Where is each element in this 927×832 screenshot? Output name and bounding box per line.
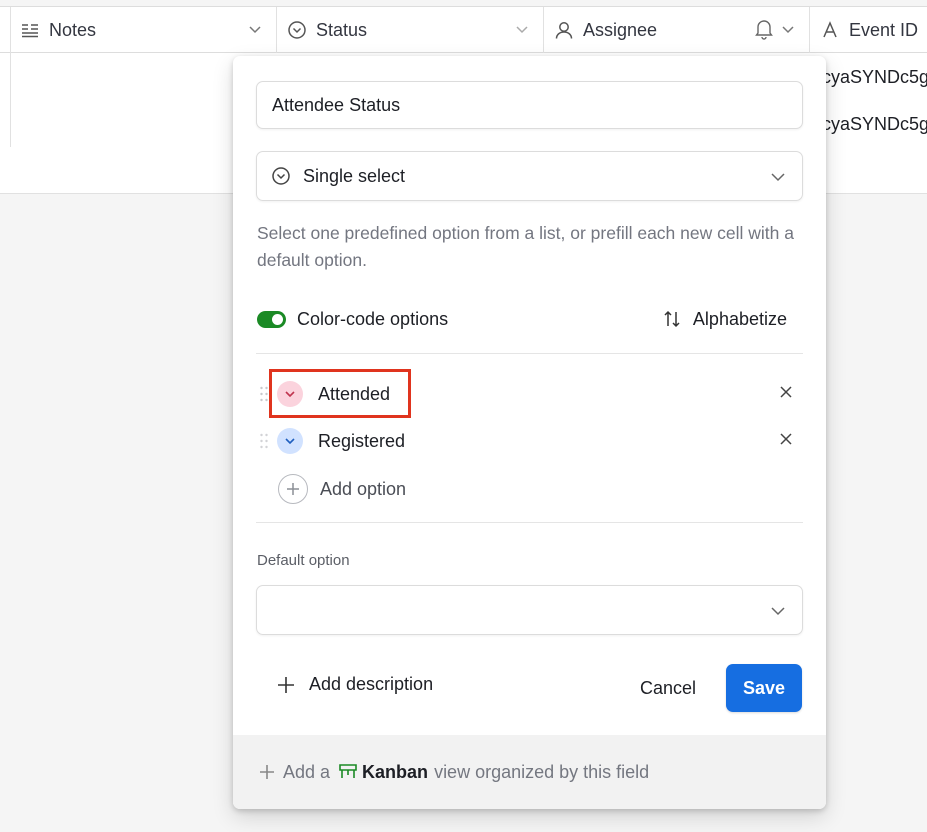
single-select-icon bbox=[271, 166, 291, 186]
footer-prefix: Add a bbox=[283, 761, 331, 782]
column-header-status[interactable]: Status bbox=[277, 7, 544, 53]
sort-arrows-icon bbox=[664, 310, 680, 328]
text-icon bbox=[822, 21, 838, 39]
add-option-button[interactable]: Add option bbox=[278, 474, 406, 504]
event-id-cell[interactable]: cyaSYNDc5g bbox=[822, 67, 927, 88]
field-type-help-text: Select one predefined option from a list… bbox=[257, 223, 794, 270]
alphabetize-label: Alphabetize bbox=[692, 308, 787, 329]
drag-handle-icon[interactable] bbox=[259, 385, 269, 403]
add-description-label: Add description bbox=[309, 674, 434, 694]
column-header-assignee[interactable]: Assignee bbox=[544, 7, 810, 53]
color-code-toggle[interactable] bbox=[257, 310, 286, 328]
long-text-icon bbox=[21, 22, 39, 38]
chevron-down-icon bbox=[285, 391, 295, 398]
footer-suffix: view organized by this field bbox=[434, 761, 650, 782]
chevron-down-icon[interactable] bbox=[781, 19, 795, 44]
chevron-down-icon bbox=[770, 602, 786, 625]
add-description-button[interactable]: Add description bbox=[277, 674, 433, 695]
option-color-chip[interactable] bbox=[277, 428, 303, 454]
plus-icon bbox=[278, 474, 308, 504]
column-header-label: Notes bbox=[49, 19, 97, 40]
add-option-label: Add option bbox=[320, 478, 407, 499]
option-item-registered[interactable]: Registered bbox=[259, 423, 803, 459]
row-divider bbox=[10, 100, 11, 147]
save-button[interactable]: Save bbox=[726, 664, 802, 712]
plus-icon bbox=[259, 764, 275, 780]
column-header-label: Assignee bbox=[583, 19, 658, 40]
plus-icon bbox=[277, 676, 295, 694]
field-name-input[interactable] bbox=[256, 81, 803, 129]
grid-header: Notes Status Assignee Event ID bbox=[0, 6, 927, 53]
bell-icon[interactable] bbox=[754, 18, 774, 40]
event-id-cell[interactable]: cyaSYNDc5g bbox=[822, 114, 927, 135]
kanban-view-name: Kanban bbox=[362, 761, 429, 782]
column-header-label: Status bbox=[316, 19, 368, 40]
row-divider bbox=[10, 53, 11, 100]
alphabetize-button[interactable]: Alphabetize bbox=[664, 306, 787, 332]
color-code-label[interactable]: Color-code options bbox=[297, 309, 448, 330]
column-header-notes[interactable]: Notes bbox=[11, 7, 277, 53]
default-option-select[interactable] bbox=[256, 585, 803, 635]
add-kanban-view-link[interactable]: Add a Kanban view organized by this fiel… bbox=[233, 735, 826, 809]
close-icon[interactable] bbox=[779, 385, 793, 399]
user-icon bbox=[554, 20, 574, 40]
option-color-chip[interactable] bbox=[277, 381, 303, 407]
field-type-select[interactable]: Single select bbox=[256, 151, 803, 201]
divider bbox=[256, 522, 803, 523]
cancel-button[interactable]: Cancel bbox=[626, 664, 710, 712]
option-label[interactable]: Registered bbox=[318, 431, 405, 452]
grid-row-number-header bbox=[0, 7, 11, 53]
chevron-down-icon[interactable] bbox=[515, 19, 529, 44]
column-header-event-id[interactable]: Event ID bbox=[810, 7, 927, 53]
field-editor-popover: Single select Select one predefined opti… bbox=[233, 56, 826, 809]
default-option-label: Default option bbox=[257, 552, 350, 569]
single-select-icon bbox=[287, 20, 307, 40]
drag-handle-icon[interactable] bbox=[259, 432, 269, 450]
chevron-down-icon bbox=[285, 438, 295, 445]
field-type-label: Single select bbox=[303, 165, 406, 186]
option-item-attended[interactable]: Attended bbox=[259, 376, 803, 412]
option-label[interactable]: Attended bbox=[318, 384, 390, 405]
chevron-down-icon bbox=[770, 168, 786, 191]
close-icon[interactable] bbox=[779, 432, 793, 446]
kanban-icon bbox=[338, 763, 358, 781]
color-code-row: Color-code options Alphabetize bbox=[257, 306, 803, 332]
column-header-label: Event ID bbox=[849, 19, 919, 40]
divider bbox=[256, 353, 803, 354]
chevron-down-icon[interactable] bbox=[248, 19, 262, 44]
